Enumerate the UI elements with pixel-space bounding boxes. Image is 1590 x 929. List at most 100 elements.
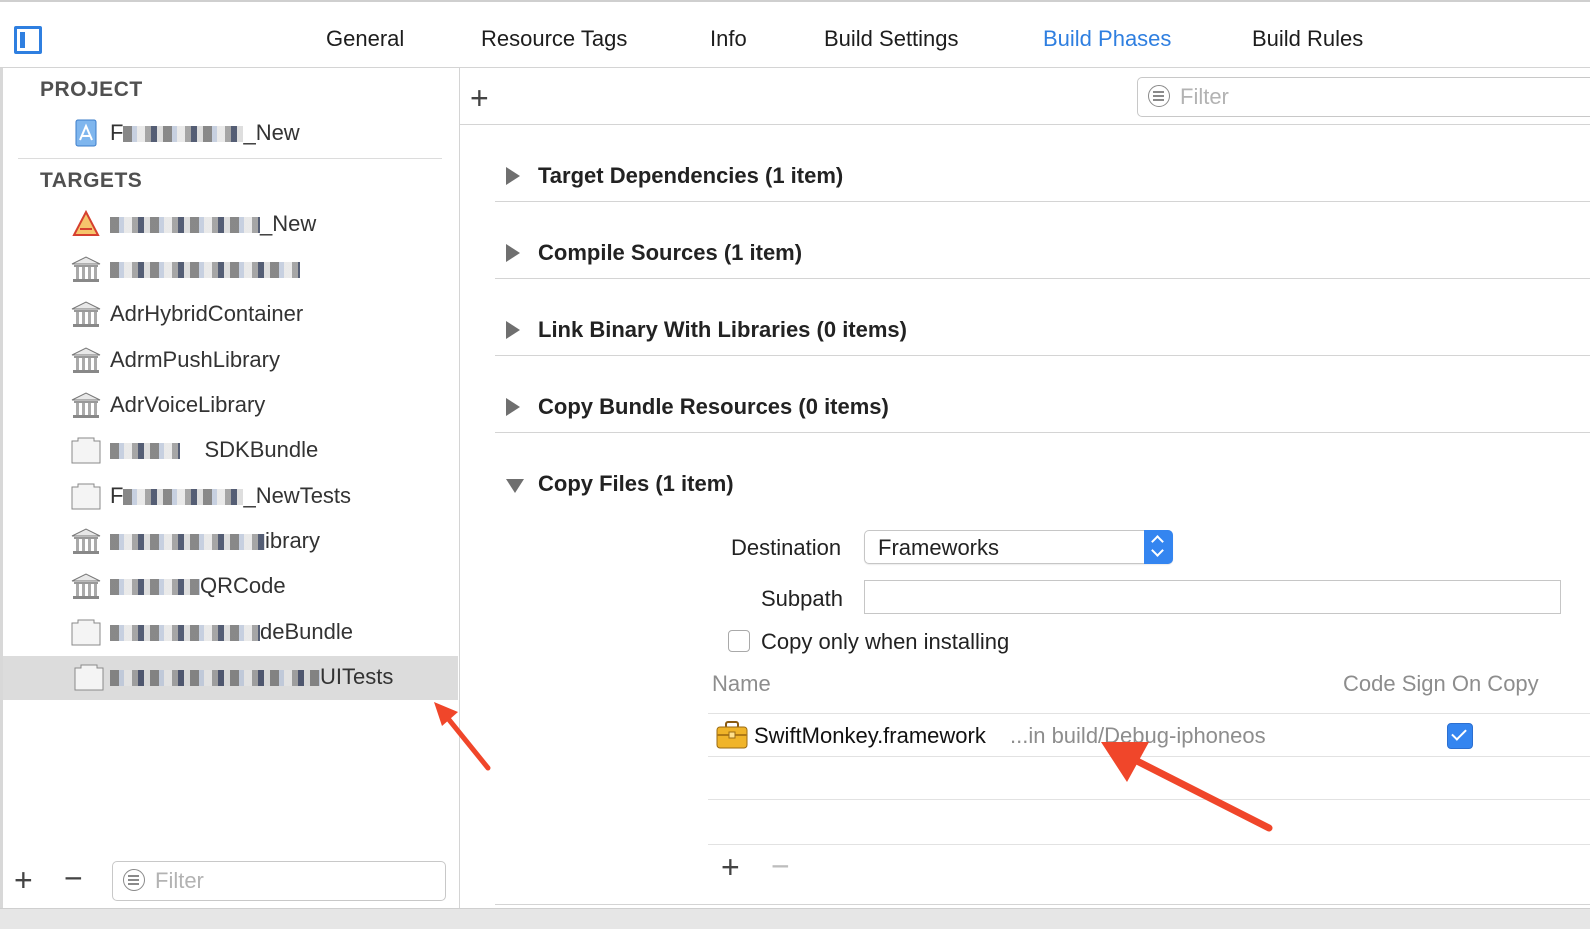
- target-name: AdrHybridContainer: [110, 301, 304, 326]
- project-name-suffix: _New: [243, 120, 300, 145]
- phases-filter-field[interactable]: Filter: [1137, 77, 1590, 117]
- column-header-code-sign[interactable]: Code Sign On Copy: [1343, 671, 1539, 697]
- phase-title: Target Dependencies (1 item): [538, 163, 844, 188]
- remove-file-button[interactable]: −: [771, 850, 790, 882]
- target-name-suffix: SDKBundle: [204, 437, 319, 462]
- bundle-icon: [71, 437, 101, 464]
- sidebar-item-target[interactable]: AdrVoiceLibrary: [70, 384, 460, 428]
- targets-section-title: TARGETS: [40, 169, 143, 192]
- bundle-icon: [74, 664, 104, 691]
- redacted-text: [110, 625, 260, 642]
- sidebar-filter-field[interactable]: Filter: [112, 861, 446, 901]
- disclosure-triangle-expanded-icon[interactable]: [506, 479, 524, 493]
- subpath-label: Subpath: [761, 586, 843, 611]
- sidebar-item-target-selected[interactable]: UITests: [3, 656, 458, 700]
- disclosure-triangle-icon[interactable]: [506, 321, 520, 339]
- phase-target-dependencies[interactable]: Target Dependencies (1 item): [506, 141, 1590, 218]
- tab-build-settings[interactable]: Build Settings: [824, 26, 959, 52]
- framework-icon: [71, 528, 101, 554]
- target-name-suffix: UITests: [320, 664, 394, 689]
- sidebar-item-target[interactable]: SDKBundle: [70, 429, 460, 473]
- redacted-text: [110, 670, 320, 687]
- framework-icon: [71, 256, 101, 282]
- target-name-suffix: QRCode: [200, 573, 286, 598]
- sidebar-item-target[interactable]: deBundle: [70, 611, 460, 655]
- filter-placeholder: Filter: [155, 868, 204, 893]
- file-name: SwiftMonkey.framework: [754, 723, 986, 748]
- column-header-name[interactable]: Name: [712, 671, 771, 697]
- target-name: AdrmPushLibrary: [110, 347, 280, 372]
- add-file-button[interactable]: +: [721, 851, 740, 883]
- framework-icon: [71, 301, 101, 327]
- filter-placeholder: Filter: [1180, 84, 1229, 109]
- popup-stepper-icon: [1144, 530, 1173, 564]
- target-name-suffix: _NewTests: [243, 483, 352, 508]
- tab-build-phases[interactable]: Build Phases: [1043, 26, 1171, 52]
- sidebar-item-target[interactable]: [70, 248, 460, 292]
- phase-title: Copy Bundle Resources (0 items): [538, 394, 889, 419]
- subpath-field[interactable]: [864, 580, 1561, 614]
- add-target-button[interactable]: +: [14, 864, 33, 896]
- phase-title: Compile Sources (1 item): [538, 240, 803, 265]
- redacted-text: [123, 489, 244, 506]
- copy-only-when-installing-checkbox[interactable]: [728, 630, 750, 652]
- project-name-prefix: F: [110, 120, 124, 145]
- redacted-text: [110, 443, 180, 460]
- sidebar-item-target[interactable]: ibrary: [70, 520, 460, 564]
- window-bottom-bar: [0, 908, 1590, 929]
- tab-info[interactable]: Info: [710, 26, 747, 52]
- phase-title: Link Binary With Libraries (0 items): [538, 317, 907, 342]
- filter-icon: [123, 869, 145, 891]
- app-target-icon: [72, 209, 100, 236]
- bundle-icon: [71, 483, 101, 510]
- redacted-text: [110, 217, 260, 234]
- sidebar-divider: [18, 158, 442, 159]
- phase-divider: [495, 355, 1590, 356]
- sidebar-item-target[interactable]: AdrmPushLibrary: [70, 339, 460, 383]
- tab-build-rules[interactable]: Build Rules: [1252, 26, 1363, 52]
- redacted-text: [110, 534, 265, 551]
- redacted-text: [110, 579, 200, 596]
- target-name: AdrVoiceLibrary: [110, 392, 266, 417]
- destination-label: Destination: [731, 535, 842, 560]
- phase-title: Copy Files (1 item): [538, 471, 734, 496]
- add-build-phase-button[interactable]: +: [470, 82, 489, 114]
- sidebar-item-project[interactable]: F _New: [70, 112, 460, 156]
- sidebar-item-target[interactable]: _New: [70, 203, 460, 247]
- framework-icon: [71, 347, 101, 373]
- destination-value: Frameworks: [878, 535, 1000, 560]
- disclosure-triangle-icon[interactable]: [506, 167, 520, 185]
- redacted-text: [123, 126, 244, 143]
- target-name-suffix: _New: [260, 211, 317, 236]
- framework-toolbox-icon: [716, 721, 748, 749]
- sidebar-item-target[interactable]: QRCode: [70, 565, 460, 609]
- phase-copy-files[interactable]: Copy Files (1 item): [506, 449, 1590, 526]
- remove-target-button[interactable]: −: [64, 862, 83, 894]
- code-sign-on-copy-checkbox[interactable]: [1447, 723, 1473, 749]
- bundle-icon: [71, 619, 101, 646]
- tab-resource-tags[interactable]: Resource Tags: [481, 26, 627, 52]
- disclosure-triangle-icon[interactable]: [506, 244, 520, 262]
- sidebar-toggle-icon[interactable]: [14, 26, 42, 54]
- copy-only-when-installing-label: Copy only when installing: [761, 629, 1010, 654]
- destination-select[interactable]: Frameworks: [864, 530, 1173, 564]
- target-name-prefix: F: [110, 483, 124, 508]
- framework-icon: [71, 573, 101, 599]
- phase-divider: [495, 432, 1590, 433]
- disclosure-triangle-icon[interactable]: [506, 398, 520, 416]
- sidebar-item-target[interactable]: AdrHybridContainer: [70, 293, 460, 337]
- xcode-project-icon: [75, 119, 97, 147]
- target-name-suffix: deBundle: [260, 619, 353, 644]
- sidebar-item-target[interactable]: F _NewTests: [70, 475, 460, 519]
- framework-icon: [71, 392, 101, 418]
- tab-general[interactable]: General: [326, 26, 404, 52]
- phase-copy-bundle-resources[interactable]: Copy Bundle Resources (0 items): [506, 372, 1590, 449]
- phase-link-binary[interactable]: Link Binary With Libraries (0 items): [506, 295, 1590, 372]
- phase-divider: [495, 278, 1590, 279]
- phase-divider: [495, 904, 1590, 905]
- project-section-title: PROJECT: [40, 78, 143, 101]
- phase-compile-sources[interactable]: Compile Sources (1 item): [506, 218, 1590, 295]
- table-row-divider: [708, 844, 1590, 845]
- redacted-text: [110, 262, 300, 279]
- phase-divider: [495, 201, 1590, 202]
